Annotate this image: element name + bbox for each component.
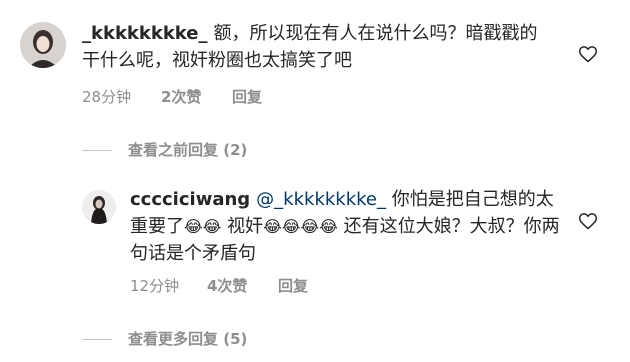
laugh-cry-emoji-icon: 😂😂😂😂 xyxy=(263,217,338,236)
comment-meta: 28分钟 2次赞 回复 xyxy=(82,86,332,106)
reply-username[interactable]: cccciciwang xyxy=(130,189,250,210)
heart-outline-icon[interactable] xyxy=(578,44,598,64)
comment-username[interactable]: _kkkkkkkke_ xyxy=(82,23,208,44)
comment-text: _kkkkkkkke_ 额，所以现在有人在说什么吗？暗戳戳的干什么呢，视奸粉圈也太… xyxy=(82,20,552,74)
view-previous-replies-label: 查看之前回复 (2) xyxy=(128,141,248,159)
avatar[interactable] xyxy=(20,22,66,68)
avatar[interactable] xyxy=(82,190,116,224)
reply-likes[interactable]: 4次赞 xyxy=(207,275,247,296)
view-more-replies-button[interactable]: 查看更多回复 (5) xyxy=(82,328,247,349)
view-more-replies-label: 查看更多回复 (5) xyxy=(128,330,248,348)
reply-mention[interactable]: @_kkkkkkkke_ xyxy=(256,189,386,210)
reply-button[interactable]: 回复 xyxy=(232,86,262,107)
comment-time: 28分钟 xyxy=(82,88,132,106)
divider-line xyxy=(82,339,112,340)
reply-text: cccciciwang @_kkkkkkkke_ 你怕是把自己想的太重要了😂😂 视… xyxy=(130,186,570,267)
reply-meta: 12分钟 4次赞 回复 xyxy=(130,275,380,295)
comment-likes[interactable]: 2次赞 xyxy=(161,86,201,107)
view-previous-replies-button[interactable]: 查看之前回复 (2) xyxy=(82,139,247,160)
divider-line xyxy=(82,150,112,151)
reply-body-part2: 视奸 xyxy=(227,216,264,237)
laugh-cry-emoji-icon: 😂😂 xyxy=(184,217,222,236)
reply-button[interactable]: 回复 xyxy=(278,275,308,296)
reply-time: 12分钟 xyxy=(130,277,180,295)
heart-outline-icon[interactable] xyxy=(578,211,598,231)
